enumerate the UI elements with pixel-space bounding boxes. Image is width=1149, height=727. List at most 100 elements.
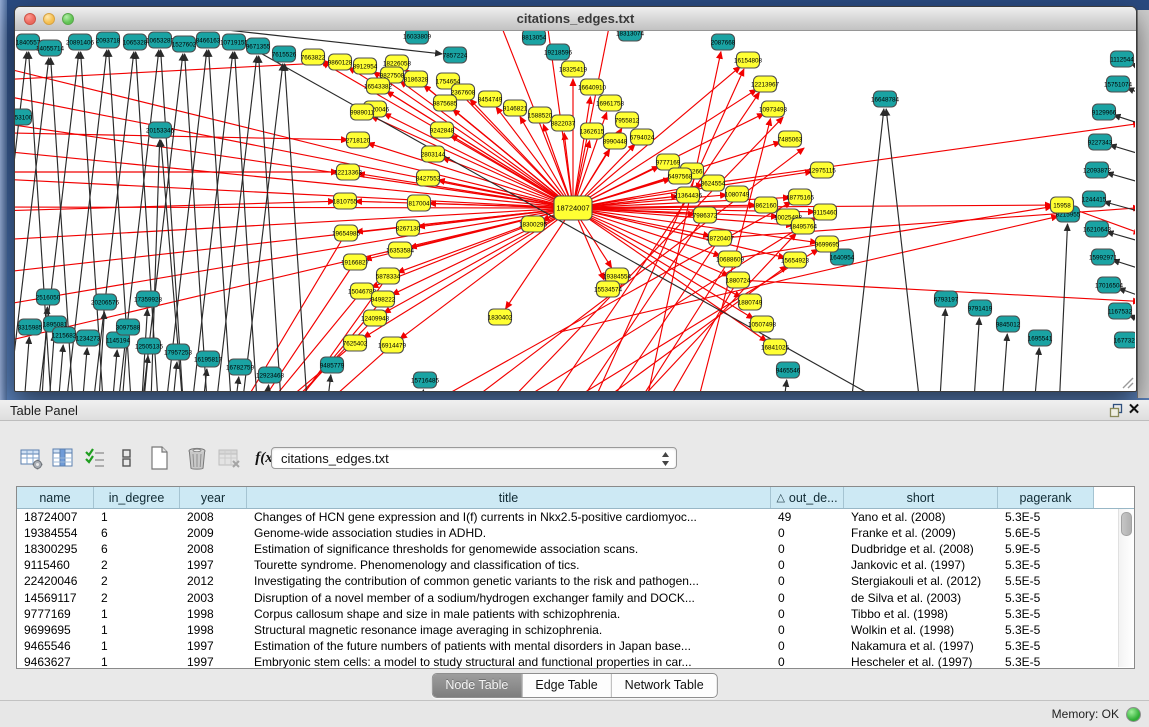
network-node[interactable]: 2093718 bbox=[96, 32, 121, 48]
table-row[interactable]: 911546021997Tourette syndrome. Phenomeno… bbox=[17, 557, 1134, 573]
network-node[interactable]: 18720407 bbox=[706, 230, 735, 246]
table-settings-button[interactable] bbox=[16, 444, 45, 472]
network-node[interactable]: 19166827 bbox=[341, 254, 370, 270]
new-table-button[interactable] bbox=[144, 444, 173, 472]
network-node[interactable]: 2516050 bbox=[36, 289, 61, 305]
column-header-pagerank[interactable]: pagerank bbox=[998, 487, 1094, 508]
network-node[interactable]: 15992971 bbox=[1089, 249, 1118, 265]
network-node[interactable]: 9791419 bbox=[968, 300, 993, 316]
network-node[interactable]: 1234273 bbox=[76, 330, 101, 346]
network-node[interactable]: 9875685 bbox=[433, 95, 458, 111]
network-node[interactable]: 12975115 bbox=[808, 162, 836, 178]
network-node[interactable]: 8454749 bbox=[478, 91, 503, 107]
network-node[interactable]: 9129966 bbox=[1092, 104, 1117, 120]
network-node[interactable]: 16543382 bbox=[364, 78, 393, 94]
tab-network-table[interactable]: Network Table bbox=[611, 674, 717, 697]
select-columns-button[interactable] bbox=[80, 444, 109, 472]
network-node[interactable]: 3624554 bbox=[701, 175, 726, 191]
network-node[interactable]: 7485063 bbox=[778, 131, 803, 147]
network-node[interactable]: 9860128 bbox=[328, 54, 353, 70]
network-node[interactable]: 9115460 bbox=[813, 204, 838, 220]
network-node[interactable]: 6497568 bbox=[668, 168, 693, 184]
network-node[interactable]: 8813054 bbox=[522, 31, 547, 45]
network-node[interactable]: 12505135 bbox=[135, 338, 164, 354]
network-node[interactable]: 1695541 bbox=[1028, 330, 1053, 346]
column-header-out_degree[interactable]: △out_de... bbox=[771, 487, 844, 508]
network-node[interactable]: 2087668 bbox=[711, 34, 736, 50]
network-node[interactable]: 16154808 bbox=[734, 52, 763, 68]
network-node[interactable]: 1527602 bbox=[172, 36, 197, 52]
close-panel-button[interactable]: ✕ bbox=[1127, 400, 1149, 420]
network-node[interactable]: 1880749 bbox=[738, 294, 763, 310]
network-node[interactable]: 7625402 bbox=[343, 335, 368, 351]
network-node[interactable]: 9146821 bbox=[503, 100, 528, 116]
network-node[interactable]: 19218596 bbox=[544, 44, 573, 60]
network-node[interactable]: 9845012 bbox=[996, 316, 1021, 332]
network-node[interactable]: 20206576 bbox=[91, 294, 120, 310]
network-node[interactable]: 16914479 bbox=[378, 337, 407, 353]
network-node[interactable]: 862160 bbox=[755, 197, 778, 213]
network-nodes[interactable]: 1840557140557142089140620937181065328106… bbox=[15, 31, 1135, 388]
network-node[interactable]: 2553100 bbox=[15, 109, 33, 125]
network-node[interactable]: 2718120 bbox=[346, 132, 371, 148]
network-node[interactable]: 20891406 bbox=[66, 34, 95, 50]
network-node[interactable]: 19654985 bbox=[332, 225, 361, 241]
network-node[interactable]: 9227343 bbox=[1088, 134, 1113, 150]
table-selector-dropdown[interactable]: citations_edges.txt bbox=[271, 447, 677, 469]
network-svg[interactable]: 1840557140557142089140620937181065328106… bbox=[15, 31, 1135, 391]
table-row[interactable]: 1938455462009Genome-wide association stu… bbox=[17, 525, 1134, 541]
network-node[interactable]: 16033809 bbox=[403, 31, 432, 44]
table-row[interactable]: 969969511998Structural magnetic resonanc… bbox=[17, 622, 1134, 638]
network-node[interactable]: 18313074 bbox=[616, 31, 645, 41]
network-node[interactable]: 7663822 bbox=[301, 49, 326, 65]
network-node[interactable]: 1112544 bbox=[1110, 51, 1134, 67]
network-node[interactable]: 16648784 bbox=[871, 91, 900, 107]
network-node[interactable]: 17359928 bbox=[134, 291, 163, 307]
table-row[interactable]: 1872400712008Changes of HCN gene express… bbox=[17, 509, 1134, 525]
network-node[interactable]: 3315985 bbox=[18, 319, 43, 335]
resize-grip[interactable] bbox=[1121, 376, 1134, 389]
network-node[interactable]: 17016504 bbox=[1095, 277, 1124, 293]
network-node[interactable]: 8990448 bbox=[603, 133, 628, 149]
network-node[interactable]: 21364436 bbox=[674, 187, 703, 203]
table-row[interactable]: 1456911722003Disruption of a novel membe… bbox=[17, 589, 1134, 605]
table-row[interactable]: 2242004622012Investigating the contribut… bbox=[17, 573, 1134, 589]
network-node[interactable]: 1362615 bbox=[580, 123, 605, 139]
column-header-in_degree[interactable]: in_degree bbox=[94, 487, 180, 508]
network-node[interactable]: 1880724 bbox=[726, 272, 751, 288]
network-canvas[interactable]: 1840557140557142089140620937181065328106… bbox=[15, 31, 1136, 391]
close-traffic-light-icon[interactable] bbox=[24, 13, 36, 25]
network-node[interactable]: 9671355 bbox=[246, 38, 271, 54]
network-node[interactable]: 7986372 bbox=[693, 207, 718, 223]
column-header-title[interactable]: title bbox=[247, 487, 771, 508]
network-node[interactable]: 1065328 bbox=[123, 34, 148, 50]
network-node[interactable]: 16640910 bbox=[578, 79, 607, 95]
network-node[interactable]: 16841025 bbox=[761, 339, 790, 355]
network-node[interactable]: 6793197 bbox=[934, 291, 959, 307]
column-header-name[interactable]: name bbox=[17, 487, 94, 508]
network-node[interactable]: 7615526 bbox=[272, 46, 297, 62]
network-node[interactable]: 12213967 bbox=[751, 76, 780, 92]
network-node[interactable]: 1588520 bbox=[528, 107, 553, 123]
network-node[interactable]: 15534574 bbox=[594, 281, 623, 297]
network-node[interactable]: 2803144 bbox=[421, 146, 446, 162]
network-node[interactable]: 10507498 bbox=[748, 316, 777, 332]
network-node[interactable]: 8822037 bbox=[551, 115, 576, 131]
column-header-short[interactable]: short bbox=[844, 487, 998, 508]
network-node[interactable]: 16210643 bbox=[1083, 221, 1112, 237]
network-node[interactable]: 9242848 bbox=[430, 122, 455, 138]
delete-entries-button[interactable] bbox=[182, 444, 211, 472]
network-node[interactable]: 10688609 bbox=[716, 251, 745, 267]
network-node[interactable]: 14055714 bbox=[36, 40, 65, 56]
network-node[interactable]: 1215682 bbox=[52, 327, 77, 343]
network-node[interactable]: 8267130 bbox=[396, 220, 421, 236]
network-node[interactable]: 8466163 bbox=[196, 32, 221, 48]
network-node[interactable]: 12093872 bbox=[1083, 162, 1112, 178]
network-node[interactable]: 18495764 bbox=[789, 218, 818, 234]
network-node[interactable]: 16353584 bbox=[386, 242, 415, 258]
network-node[interactable]: 15716485 bbox=[411, 372, 440, 388]
tab-edge-table[interactable]: Edge Table bbox=[521, 674, 610, 697]
network-node[interactable]: 10719155 bbox=[220, 34, 249, 50]
network-node[interactable]: 12409948 bbox=[361, 310, 390, 326]
minimize-traffic-light-icon[interactable] bbox=[43, 13, 55, 25]
